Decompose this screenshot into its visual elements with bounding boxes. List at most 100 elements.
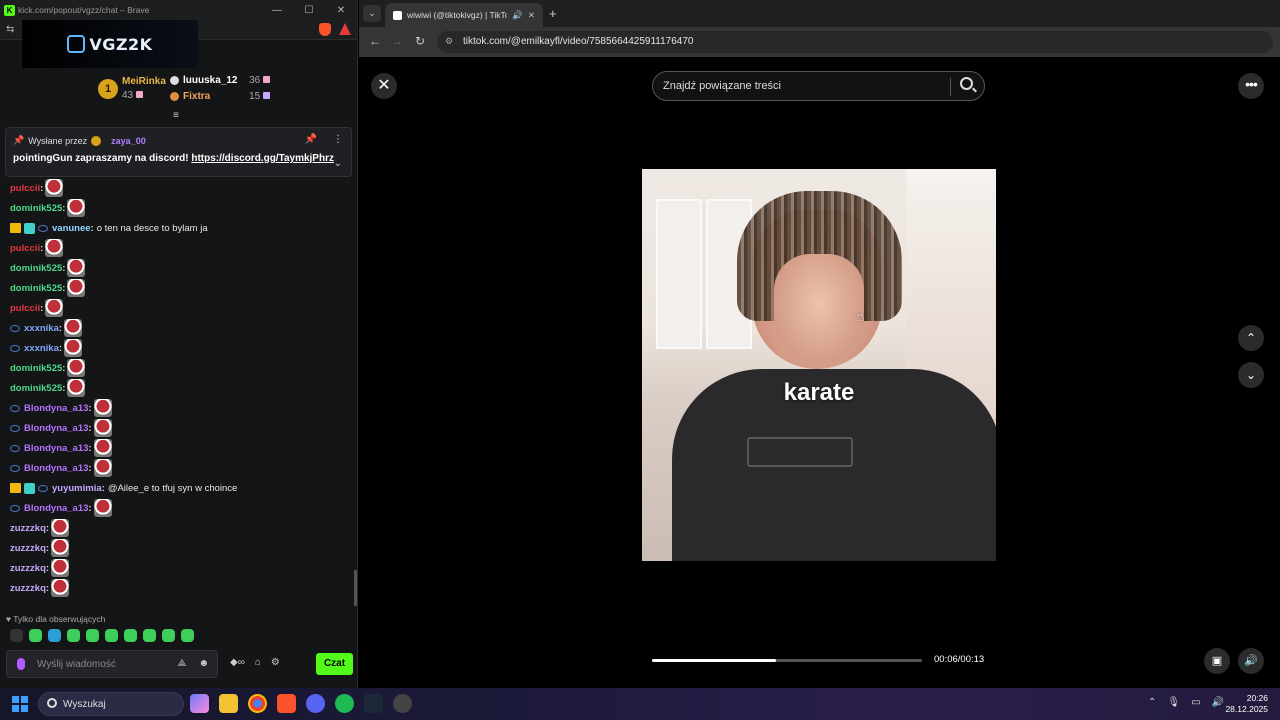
gear-icon[interactable]: ⚙ (271, 657, 280, 668)
emote-image[interactable] (64, 339, 83, 357)
discord-link[interactable]: https://discord.gg/TaymkjPhrz (191, 153, 334, 164)
leaderboard-third[interactable]: Fixtra 15 (170, 91, 270, 102)
emote-image[interactable] (93, 439, 112, 457)
more-vertical-icon[interactable]: ⋮ (333, 134, 343, 145)
send-chat-button[interactable]: Czat (316, 653, 353, 675)
chat-username[interactable]: zuzzzkq (10, 583, 46, 594)
tab-search-icon[interactable]: ⌄ (363, 5, 381, 22)
spotify-icon[interactable] (335, 694, 354, 713)
taskbar-clock[interactable]: 20:26 28.12.2025 (1225, 693, 1268, 715)
reload-icon[interactable]: ↻ (415, 34, 425, 48)
next-video-button[interactable]: ⌄ (1238, 362, 1264, 388)
chat-username[interactable]: Blondyna_a13 (24, 403, 88, 414)
chat-username[interactable]: dominik525 (10, 383, 62, 394)
chat-username[interactable]: dominik525 (10, 203, 62, 214)
brave-icon[interactable] (277, 694, 296, 713)
leaderboard-second[interactable]: luuuska_12 36 (170, 75, 270, 86)
tab-close-icon[interactable]: ✕ (528, 10, 535, 21)
leaderboard-first-name[interactable]: MeiRinka (122, 76, 166, 87)
emote-image[interactable] (51, 519, 70, 537)
picture-in-picture-button[interactable]: ▣ (1204, 648, 1230, 674)
maximize-icon[interactable]: ☐ (293, 5, 325, 16)
chat-username[interactable]: xxxnika (24, 323, 59, 334)
chat-username[interactable]: pulccii (10, 303, 40, 314)
chat-username[interactable]: Blondyna_a13 (24, 463, 88, 474)
address-bar[interactable]: ⚙ tiktok.com/@emilkayfl/video/7585664425… (437, 31, 1273, 53)
emote-image[interactable] (45, 239, 64, 257)
emote-7[interactable] (124, 629, 137, 642)
brave-shield-icon[interactable] (319, 23, 331, 36)
chevron-down-icon[interactable]: ⌄ (334, 158, 342, 169)
previous-video-button[interactable]: ⌃ (1238, 325, 1264, 351)
chat-username[interactable]: zuzzzkq (10, 563, 46, 574)
display-icon[interactable]: ▭ (1191, 697, 1200, 708)
emote-4[interactable] (67, 629, 80, 642)
unpin-icon[interactable]: 📌 (305, 134, 317, 145)
filter-icon[interactable]: ≡ (173, 110, 179, 121)
file-explorer-icon[interactable] (219, 694, 238, 713)
emote-image[interactable] (64, 319, 83, 337)
microphone-tray-icon[interactable]: 🎙 (1167, 697, 1180, 708)
video-progress-bar[interactable] (652, 659, 922, 662)
emote-image[interactable] (45, 299, 64, 317)
emote-image[interactable] (67, 259, 86, 277)
audio-icon[interactable]: 🔊 (512, 10, 523, 21)
emote-image[interactable] (67, 199, 86, 217)
microphone-icon[interactable] (17, 658, 25, 670)
speaker-icon[interactable]: 🔊 (1212, 697, 1224, 708)
taskbar-search[interactable]: Wyszukaj (38, 692, 184, 716)
emote-9[interactable] (162, 629, 175, 642)
emote-8[interactable] (143, 629, 156, 642)
emote-image[interactable] (67, 279, 86, 297)
chat-scrollbar[interactable] (354, 570, 357, 606)
chat-input[interactable] (37, 651, 167, 677)
close-icon[interactable]: ✕ (325, 5, 357, 16)
emoji-icon[interactable]: ☻ (198, 658, 209, 669)
emote-10[interactable] (181, 629, 194, 642)
chat-username[interactable]: yuyumimia (52, 483, 102, 494)
chrome-icon[interactable] (248, 694, 267, 713)
windows-start-icon[interactable] (12, 696, 28, 712)
chat-username[interactable]: zuzzzkq (10, 543, 46, 554)
more-options-button[interactable]: ••• (1238, 73, 1264, 99)
forward-icon[interactable]: → (391, 34, 403, 48)
chat-username[interactable]: pulccii (10, 243, 40, 254)
emote-6[interactable] (105, 629, 118, 642)
minimize-icon[interactable]: — (261, 5, 293, 16)
emote-image[interactable] (51, 539, 70, 557)
discord-icon[interactable] (306, 694, 325, 713)
chat-username[interactable]: zuzzzkq (10, 523, 46, 534)
search-icon[interactable] (960, 77, 973, 90)
chat-username[interactable]: vanunee (52, 223, 91, 234)
related-search-input[interactable] (663, 72, 943, 100)
chat-username[interactable]: Blondyna_a13 (24, 443, 88, 454)
emote-image[interactable] (67, 379, 86, 397)
chat-username[interactable]: pulccii (10, 183, 40, 194)
points-icon[interactable]: ◆∞ (230, 657, 245, 668)
emote-3[interactable] (48, 629, 61, 642)
emote-image[interactable] (93, 459, 112, 477)
copilot-icon[interactable] (190, 694, 209, 713)
chat-username[interactable]: dominik525 (10, 283, 62, 294)
chevron-up-icon[interactable]: ⌃ (1148, 697, 1156, 708)
new-tab-icon[interactable]: + (549, 6, 557, 21)
tab-tiktok[interactable]: wiwiwi (@tiktokivgz) | TikTo 🔊 ✕ (385, 3, 543, 27)
steam-icon[interactable] (364, 694, 383, 713)
chat-username[interactable]: dominik525 (10, 363, 62, 374)
chat-username[interactable]: xxxnika (24, 343, 59, 354)
emote-2[interactable] (29, 629, 42, 642)
pinned-user[interactable]: zaya_00 (111, 136, 146, 146)
brave-rewards-icon[interactable] (339, 23, 351, 35)
emote-1[interactable] (10, 629, 23, 642)
video-frame[interactable]: karate ☝ (642, 169, 996, 561)
volume-button[interactable]: 🔊 (1238, 648, 1264, 674)
store-icon[interactable]: ⌂ (255, 657, 261, 668)
emote-image[interactable] (45, 179, 64, 197)
emote-image[interactable] (93, 499, 112, 517)
emote-5[interactable] (86, 629, 99, 642)
back-icon[interactable]: ← (369, 34, 381, 48)
chat-username[interactable]: Blondyna_a13 (24, 423, 88, 434)
chat-username[interactable]: dominik525 (10, 263, 62, 274)
settings-sliders-icon[interactable]: ⇆ (6, 24, 14, 35)
chat-username[interactable]: Blondyna_a13 (24, 503, 88, 514)
